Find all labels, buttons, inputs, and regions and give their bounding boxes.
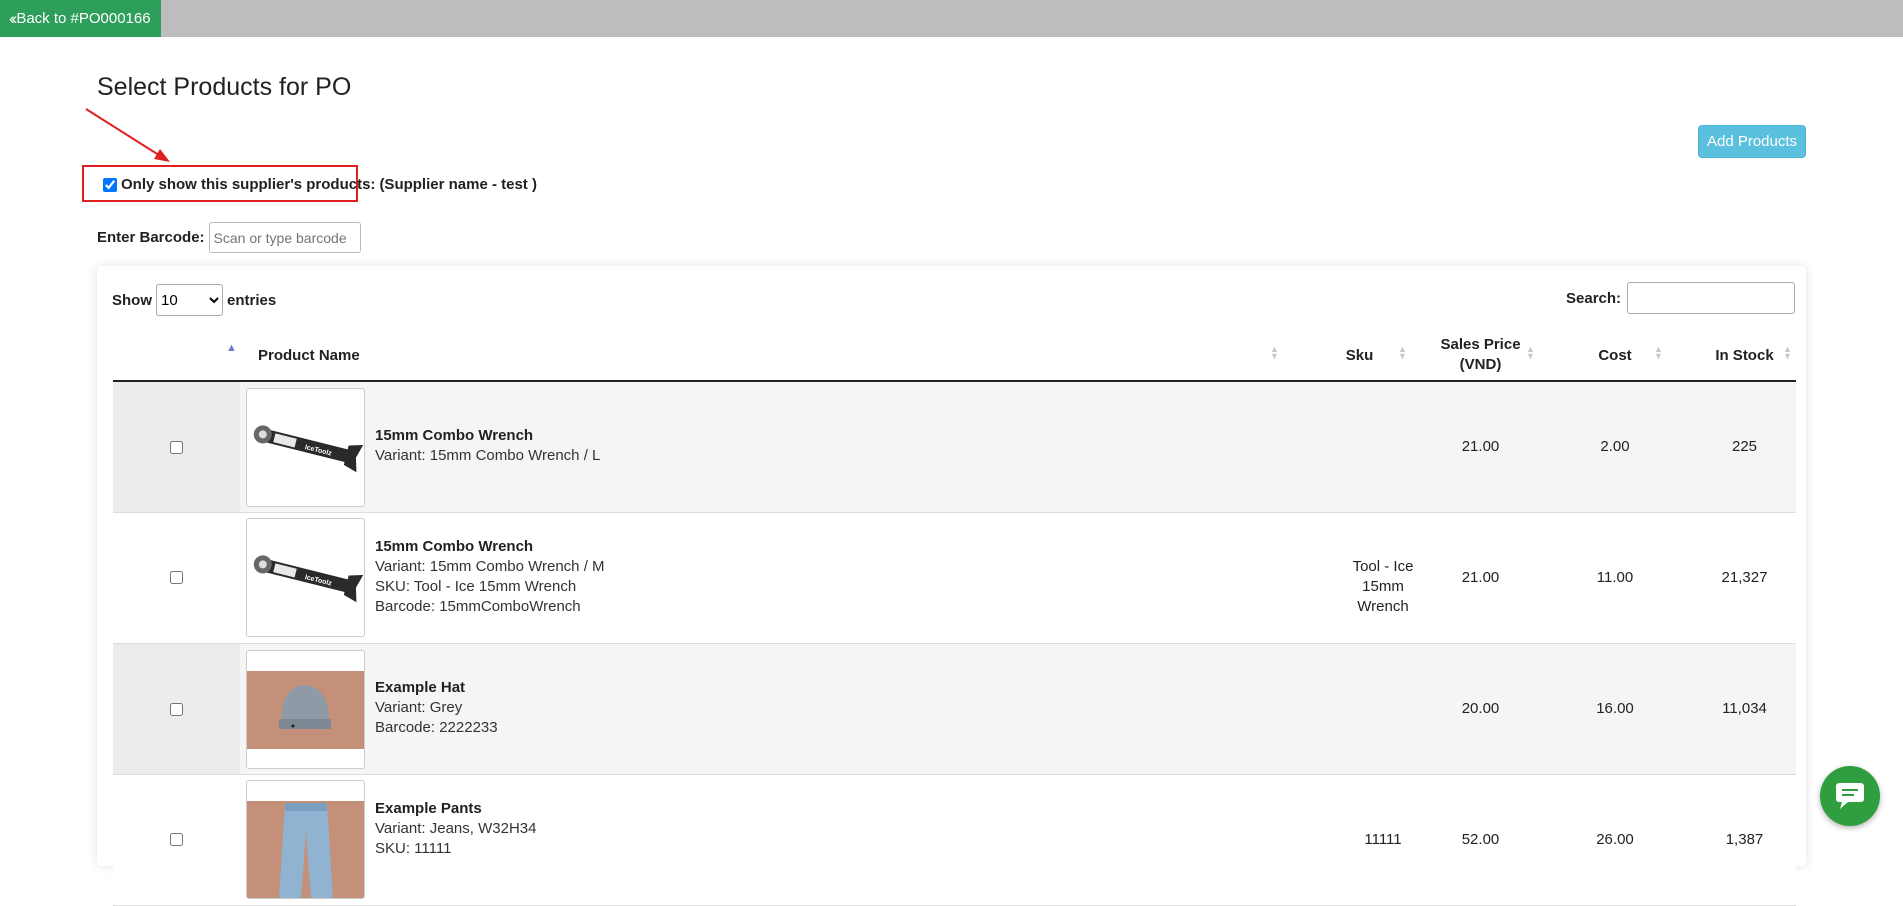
supplier-filter-checkbox[interactable] — [103, 177, 117, 192]
product-thumbnail: IceToolz — [246, 388, 365, 507]
cost-cell: 26.00 — [1596, 831, 1634, 848]
column-label-product-name: Product Name — [258, 346, 360, 364]
sku-cell-line2: Wrench — [1357, 598, 1409, 615]
product-barcode: Barcode: 15mmComboWrench — [375, 598, 581, 615]
product-info: Example Pants Variant: Jeans, W32H34 SKU… — [375, 799, 536, 859]
row-select-checkbox[interactable] — [170, 571, 183, 584]
chat-bubble-icon — [1836, 783, 1864, 809]
sku-cell: Tool - Ice 15mm Wrench — [1333, 557, 1433, 617]
barcode-row: Enter Barcode: — [97, 222, 361, 253]
table-row: IceToolz 15mm Combo Wrench Variant: 15mm… — [113, 382, 1796, 513]
column-header-in-stock[interactable]: In Stock — [1693, 330, 1796, 380]
back-to-po-button[interactable]: ‹‹ Back to #PO000166 — [0, 0, 161, 37]
product-variant: Variant: Jeans, W32H34 — [375, 820, 537, 837]
chat-button[interactable] — [1820, 766, 1880, 826]
back-button-label: Back to #PO000166 — [16, 10, 151, 27]
table-row: Example Pants Variant: Jeans, W32H34 SKU… — [113, 775, 1796, 906]
sort-icon: ▲ ▼ — [1398, 344, 1407, 361]
product-info: 15mm Combo Wrench Variant: 15mm Combo Wr… — [375, 537, 605, 617]
table-row: Example Hat Variant: Grey Barcode: 22222… — [113, 644, 1796, 775]
entries-control: Show 10 entries — [112, 284, 276, 316]
sort-icon: ▲ ▼ — [1783, 344, 1792, 361]
column-label-sales-price-unit: (VND) — [1459, 356, 1502, 373]
column-header-product-name[interactable]: Product Name — [258, 330, 1078, 380]
top-bar — [0, 0, 1903, 37]
product-name: 15mm Combo Wrench — [375, 538, 534, 555]
add-products-button[interactable]: Add Products — [1698, 125, 1806, 158]
sales-price-cell: 20.00 — [1461, 700, 1500, 717]
annotation-arrow-icon — [85, 108, 170, 162]
sales-price-cell: 21.00 — [1461, 569, 1500, 586]
column-header-sku[interactable]: Sku — [1333, 330, 1386, 380]
cost-cell: 11.00 — [1596, 569, 1634, 586]
sales-price-cell: 21.00 — [1461, 438, 1500, 455]
entries-label: entries — [227, 291, 277, 309]
column-header-cost[interactable]: Cost — [1563, 330, 1667, 380]
sku-cell-line1: Tool - Ice 15mm — [1352, 558, 1414, 595]
supplier-filter-label: Only show this supplier's products: — [121, 176, 376, 193]
page-title: Select Products for PO — [97, 73, 352, 101]
column-header-sales-price[interactable]: Sales Price (VND) — [1423, 330, 1538, 380]
product-barcode: Barcode: 2222233 — [375, 719, 498, 736]
cost-cell: 16.00 — [1596, 700, 1634, 717]
row-select-checkbox[interactable] — [170, 703, 183, 716]
product-thumbnail: IceToolz — [246, 518, 365, 637]
in-stock-cell: 225 — [1731, 438, 1758, 455]
product-sku: SKU: Tool - Ice 15mm Wrench — [375, 578, 577, 595]
product-name: Example Pants — [375, 800, 482, 817]
column-label-cost: Cost — [1598, 346, 1632, 364]
column-label-sku: Sku — [1345, 346, 1374, 364]
product-name: 15mm Combo Wrench — [375, 427, 534, 444]
column-label-in-stock: In Stock — [1715, 346, 1774, 364]
table-row: IceToolz 15mm Combo Wrench Variant: 15mm… — [113, 513, 1796, 644]
wrench-icon: IceToolz — [253, 425, 364, 473]
cost-cell: 2.00 — [1600, 438, 1630, 455]
search-input[interactable] — [1627, 282, 1796, 314]
sort-icon: ▲ ▼ — [1526, 344, 1535, 361]
hat-icon — [247, 671, 364, 749]
search-label: Search: — [1566, 289, 1622, 307]
in-stock-cell: 1,387 — [1725, 831, 1764, 848]
table-header: ▲ Product Name ▲ ▼ Sku ▲ ▼ Sales Price (VN… — [113, 330, 1796, 382]
entries-select[interactable]: 10 — [156, 284, 223, 316]
product-variant: Variant: 15mm Combo Wrench / M — [375, 558, 605, 575]
product-sku: SKU: 11111 — [375, 840, 452, 857]
sales-price-cell: 52.00 — [1461, 831, 1500, 848]
in-stock-cell: 21,327 — [1721, 569, 1768, 586]
product-thumbnail — [246, 650, 365, 769]
product-variant: Variant: 15mm Combo Wrench / L — [375, 447, 601, 464]
sort-icon: ▲ ▼ — [1654, 344, 1663, 361]
sort-icon: ▲ ▼ — [1270, 344, 1279, 361]
product-thumbnail — [246, 780, 365, 899]
supplier-name: (Supplier name - test ) — [379, 176, 537, 193]
row-select-checkbox[interactable] — [170, 833, 183, 846]
search-control: Search: — [1566, 282, 1796, 314]
sku-cell: 11111 — [1364, 831, 1402, 848]
barcode-label: Enter Barcode: — [97, 229, 205, 246]
sort-asc-icon: ▲ — [226, 342, 237, 354]
in-stock-cell: 11,034 — [1722, 700, 1767, 717]
double-chevron-left-icon: ‹‹ — [9, 8, 18, 28]
row-select-checkbox[interactable] — [170, 441, 183, 454]
column-header-select[interactable]: ▲ — [113, 330, 240, 380]
wrench-icon: IceToolz — [253, 555, 364, 603]
product-variant: Variant: Grey — [375, 699, 463, 716]
column-label-sales-price: Sales Price — [1440, 336, 1521, 353]
product-name: Example Hat — [375, 679, 466, 696]
show-label: Show — [112, 291, 152, 309]
supplier-filter: Only show this supplier's products: (Sup… — [103, 176, 537, 193]
product-info: Example Hat Variant: Grey Barcode: 22222… — [375, 678, 498, 738]
pants-icon — [247, 801, 364, 898]
barcode-input[interactable] — [208, 222, 361, 253]
product-info: 15mm Combo Wrench Variant: 15mm Combo Wr… — [375, 426, 600, 466]
